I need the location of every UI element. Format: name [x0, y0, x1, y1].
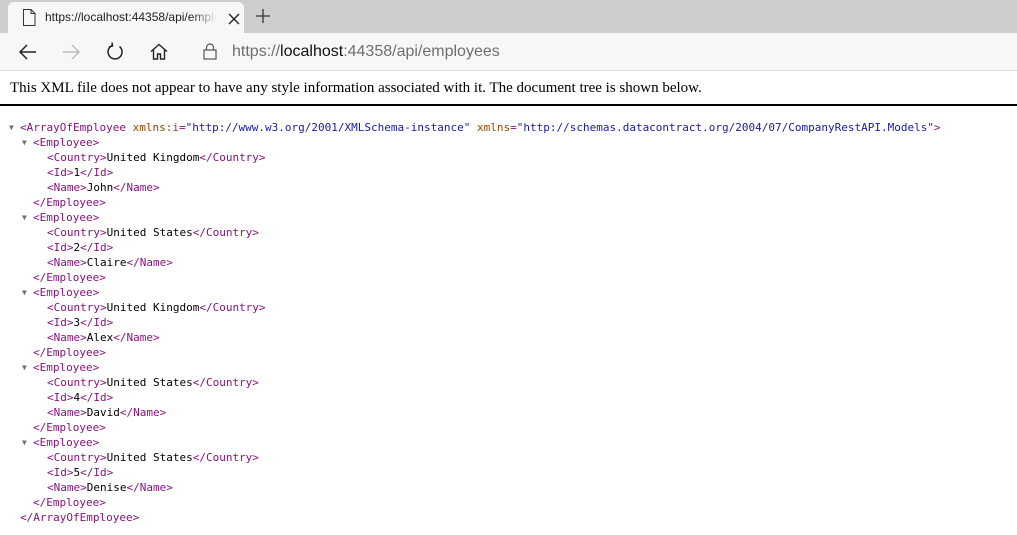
employee-node: ▼ <Employee> <Country>United States</Count… — [0, 435, 1017, 510]
country-line: <Country>United Kingdom</Country> — [47, 301, 266, 314]
refresh-icon[interactable] — [102, 39, 128, 65]
employee-close-tag: </Employee> — [33, 421, 106, 434]
name-value: David — [86, 406, 120, 419]
country-line: <Country>United States</Country> — [47, 451, 259, 464]
xml-info-text: This XML file does not appear to have an… — [10, 80, 702, 96]
country-line: <Country>United States</Country> — [47, 376, 259, 389]
url-host: localhost — [280, 43, 344, 60]
lock-icon[interactable] — [202, 42, 218, 60]
country-value: United Kingdom — [106, 151, 200, 164]
employee-open-tag: <Employee> — [33, 136, 100, 149]
employee-close-tag: </Employee> — [33, 496, 106, 509]
xml-tree: ▼ <ArrayOfEmployee xmlns:i="http://www.w3… — [0, 120, 1017, 525]
id-line: <Id>1</Id> — [47, 166, 114, 179]
name-value: Alex — [86, 331, 114, 344]
country-value: United States — [106, 451, 193, 464]
name-line: <Name>Denise</Name> — [47, 481, 173, 494]
address-bar[interactable]: https://localhost:44358/api/employees — [190, 36, 1017, 67]
name-value: Claire — [86, 256, 127, 269]
root-open-tag: <ArrayOfEmployee — [20, 121, 126, 134]
url-path: :44358/api/employees — [343, 43, 500, 60]
new-tab-icon[interactable] — [253, 6, 273, 26]
employee-close-tag: </Employee> — [33, 271, 106, 284]
employee-close-line: </Employee> — [0, 495, 1017, 510]
home-icon[interactable] — [146, 39, 172, 65]
attr-name: xmlns:i — [132, 121, 179, 134]
collapse-triangle-icon[interactable]: ▼ — [22, 135, 32, 150]
employee-close-tag: </Employee> — [33, 346, 106, 359]
tab-title: https://localhost:44358/api/employees — [45, 10, 217, 24]
attr-value: "http://www.w3.org/2001/XMLSchema-instan… — [185, 121, 471, 134]
employee-open-tag: <Employee> — [33, 361, 100, 374]
root-close-tag: </ArrayOfEmployee> — [20, 511, 140, 524]
back-icon[interactable] — [15, 39, 41, 65]
forward-icon[interactable] — [58, 39, 84, 65]
collapse-triangle-icon[interactable]: ▼ — [22, 435, 32, 450]
employee-list: ▼ <Employee> <Country>United Kingdom</Coun… — [0, 135, 1017, 510]
name-line: <Name>Alex</Name> — [47, 331, 160, 344]
employee-open-line: ▼ <Employee> — [0, 210, 1017, 225]
name-value: John — [86, 181, 114, 194]
collapse-triangle-icon[interactable]: ▼ — [22, 360, 32, 375]
xml-info-banner: This XML file does not appear to have an… — [0, 71, 1017, 106]
tab-strip: https://localhost:44358/api/employees — [0, 0, 1017, 33]
id-line: <Id>2</Id> — [47, 241, 114, 254]
url-text[interactable]: https://localhost:44358/api/employees — [232, 43, 500, 61]
name-line: <Name>John</Name> — [47, 181, 160, 194]
country-value: United Kingdom — [106, 301, 200, 314]
collapse-triangle-icon[interactable]: ▼ — [22, 210, 32, 225]
employee-node: ▼ <Employee> <Country>United Kingdom</Coun… — [0, 285, 1017, 360]
employee-open-line: ▼ <Employee> — [0, 285, 1017, 300]
collapse-triangle-icon[interactable]: ▼ — [22, 285, 32, 300]
root-open-line: ▼ <ArrayOfEmployee xmlns:i="http://www.w3… — [9, 120, 941, 135]
employee-open-line: ▼ <Employee> — [0, 435, 1017, 450]
employee-close-line: </Employee> — [0, 270, 1017, 285]
name-line: <Name>Claire</Name> — [47, 256, 173, 269]
employee-node: ▼ <Employee> <Country>United States</Count… — [0, 360, 1017, 435]
root-close-line: </ArrayOfEmployee> — [0, 510, 1017, 525]
employee-open-tag: <Employee> — [33, 436, 100, 449]
id-line: <Id>4</Id> — [47, 391, 114, 404]
browser-toolbar: https://localhost:44358/api/employees — [0, 33, 1017, 71]
url-scheme: https:// — [232, 43, 281, 60]
attr-value: "http://schemas.datacontract.org/2004/07… — [516, 121, 934, 134]
country-line: <Country>United States</Country> — [47, 226, 259, 239]
collapse-triangle-icon[interactable]: ▼ — [9, 120, 19, 135]
country-line: <Country>United Kingdom</Country> — [47, 151, 266, 164]
country-value: United States — [106, 376, 193, 389]
employee-open-tag: <Employee> — [33, 211, 100, 224]
name-value: Denise — [86, 481, 127, 494]
page-icon — [22, 9, 36, 26]
id-line: <Id>5</Id> — [47, 466, 114, 479]
close-icon[interactable] — [227, 11, 241, 25]
employee-node: ▼ <Employee> <Country>United Kingdom</Coun… — [0, 135, 1017, 210]
employee-close-tag: </Employee> — [33, 196, 106, 209]
employee-close-line: </Employee> — [0, 420, 1017, 435]
employee-open-tag: <Employee> — [33, 286, 100, 299]
employee-node: ▼ <Employee> <Country>United States</Count… — [0, 210, 1017, 285]
attr-name: xmlns — [476, 121, 511, 134]
name-line: <Name>David</Name> — [47, 406, 167, 419]
id-line: <Id>3</Id> — [47, 316, 114, 329]
tab-employees[interactable]: https://localhost:44358/api/employees — [8, 2, 244, 33]
employee-open-line: ▼ <Employee> — [0, 360, 1017, 375]
country-value: United States — [106, 226, 193, 239]
employee-close-line: </Employee> — [0, 195, 1017, 210]
employee-open-line: ▼ <Employee> — [0, 135, 1017, 150]
employee-close-line: </Employee> — [0, 345, 1017, 360]
